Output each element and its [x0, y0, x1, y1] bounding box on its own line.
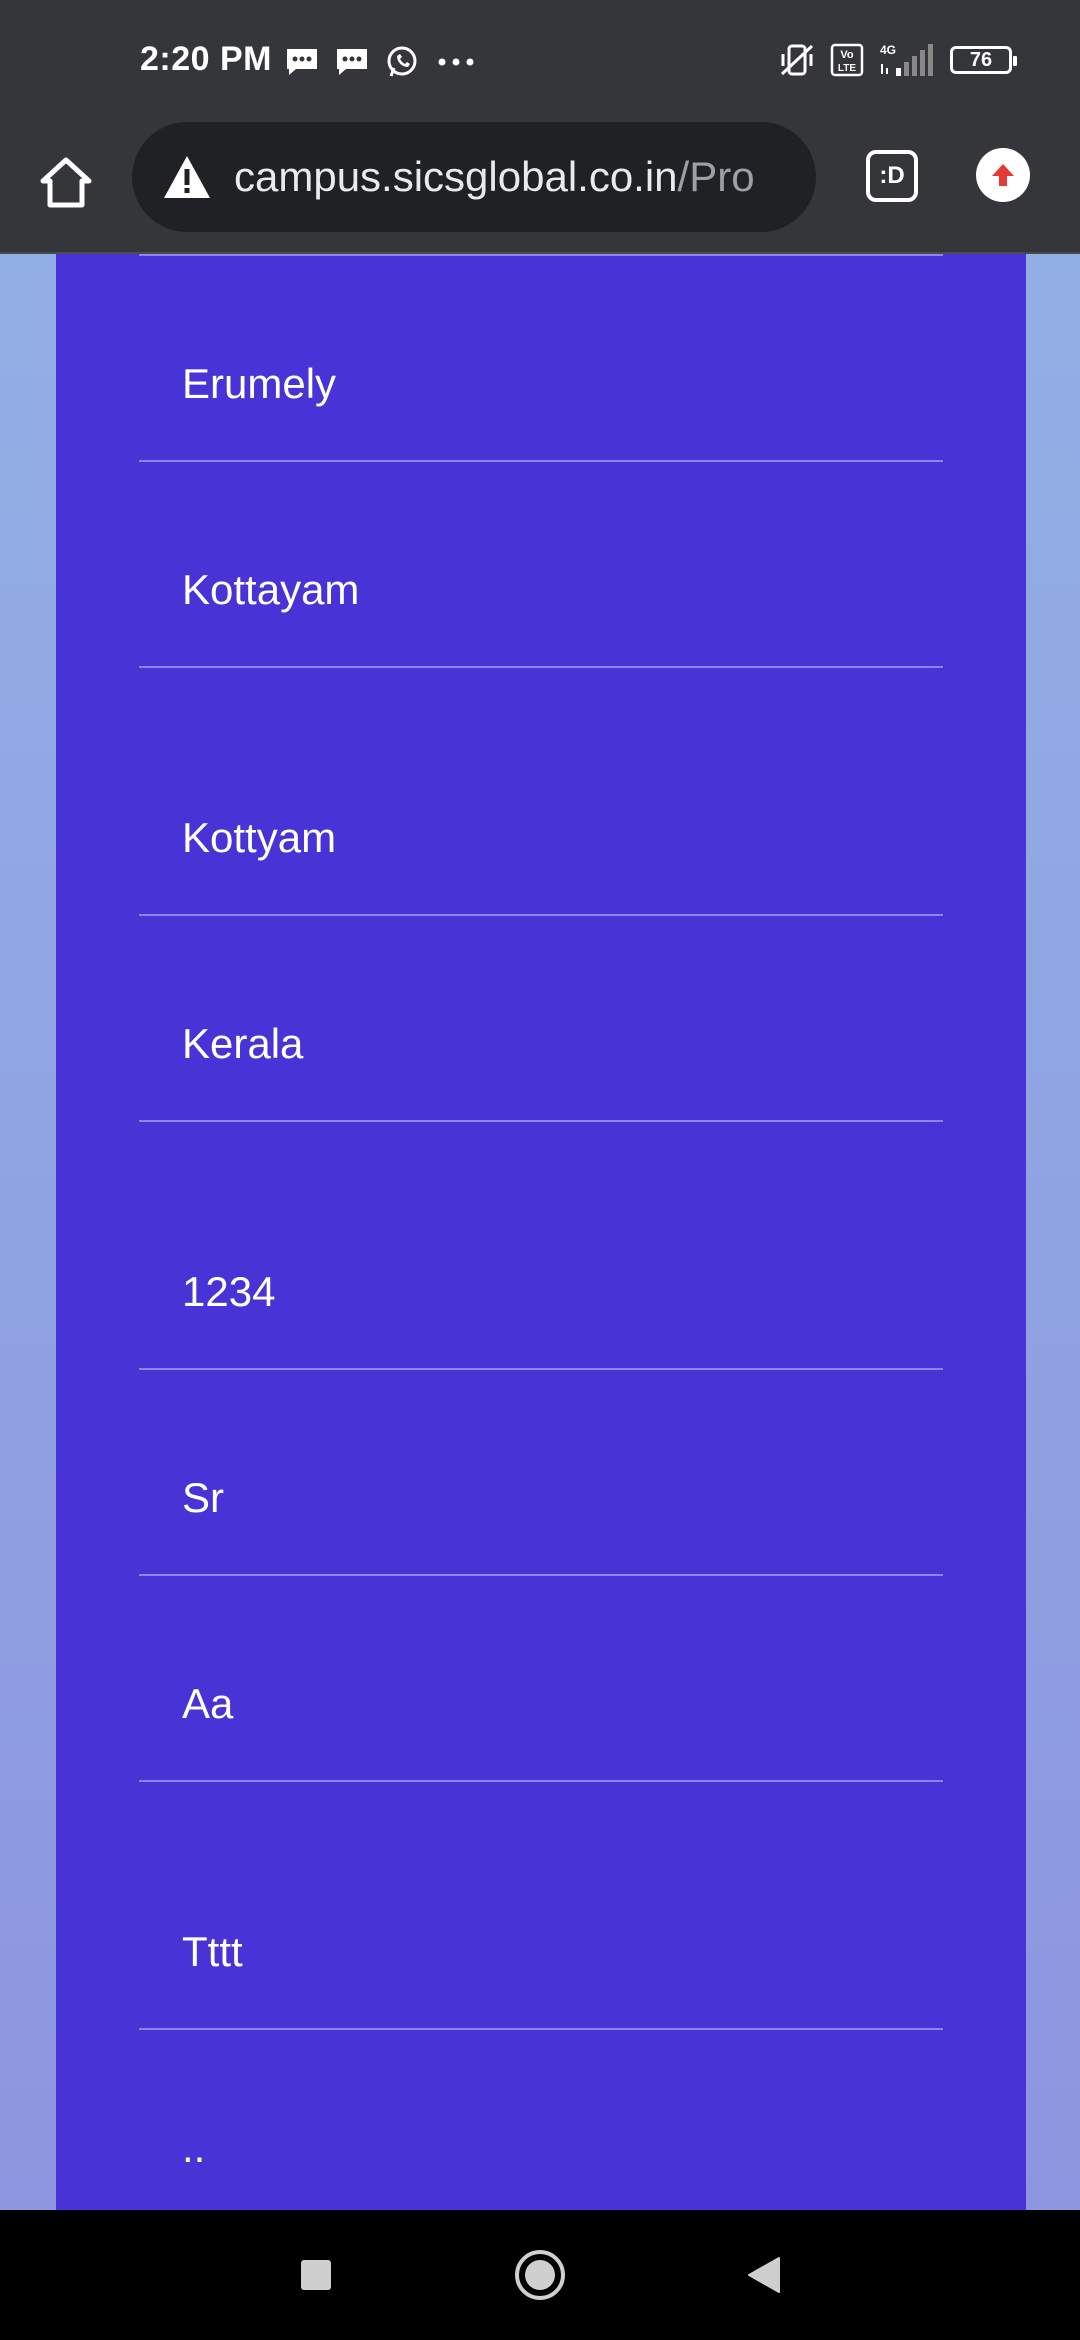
svg-text:4G: 4G	[880, 43, 896, 57]
tab-switcher-button[interactable]: :D	[866, 150, 918, 202]
text-field-7[interactable]: Aa	[139, 1576, 943, 1782]
url-host: campus.sicsglobal.co.in	[234, 153, 678, 200]
battery-icon: 76	[950, 46, 1017, 74]
address-field-1[interactable]: Erumely	[139, 256, 943, 462]
field-value: Aa	[182, 1680, 234, 1727]
text-field-6[interactable]: Sr	[139, 1370, 943, 1576]
status-bar: 2:20 PM Vo LTE 4G 76	[0, 0, 1080, 122]
battery-level: 76	[969, 48, 993, 71]
back-button[interactable]	[734, 2210, 794, 2340]
pincode-field[interactable]: 1234	[139, 1122, 943, 1370]
system-icons: Vo LTE 4G 76	[778, 42, 1017, 78]
status-time: 2:20 PM	[140, 40, 272, 78]
notification-icons	[284, 44, 478, 80]
field-value: Erumely	[182, 360, 337, 407]
system-nav-bar	[0, 2210, 1080, 2340]
tab-switcher-label: :D	[879, 162, 905, 189]
field-value: Kottayam	[182, 566, 360, 613]
update-arrow-icon	[992, 164, 1014, 186]
field-value: Tttt	[182, 1928, 243, 1975]
svg-text:LTE: LTE	[838, 63, 856, 74]
text-field-9[interactable]: ..	[139, 2030, 943, 2236]
address-bar[interactable]: campus.sicsglobal.co.in/Pro	[132, 122, 816, 232]
signal-4g-icon: 4G	[880, 43, 933, 76]
home-button[interactable]	[30, 146, 102, 218]
update-button[interactable]	[976, 148, 1030, 202]
square-icon	[301, 2260, 331, 2290]
svg-text:Vo: Vo	[840, 49, 854, 61]
message-icon	[337, 49, 367, 75]
state-field[interactable]: Kerala	[139, 916, 943, 1122]
text-field-8[interactable]: Tttt	[139, 1782, 943, 2030]
more-dots-icon	[438, 58, 474, 66]
district-field[interactable]: Kottyam	[139, 668, 943, 916]
whatsapp-icon	[387, 46, 417, 77]
field-value: Kottyam	[182, 814, 337, 861]
vibrate-off-icon	[780, 44, 814, 76]
volte-icon: Vo LTE	[830, 43, 864, 77]
form-card: Erumely Kottayam Kottyam Kerala 1234 Sr …	[56, 254, 1026, 2210]
field-value: Sr	[182, 1474, 224, 1521]
browser-toolbar: campus.sicsglobal.co.in/Pro :D	[0, 122, 1080, 254]
address-field-2[interactable]: Kottayam	[139, 462, 943, 668]
field-value: ..	[182, 2124, 206, 2171]
home-nav-button[interactable]	[510, 2210, 570, 2340]
back-triangle-icon	[748, 2257, 780, 2293]
url-path: /Pro	[677, 153, 755, 200]
field-value: 1234	[182, 1268, 276, 1315]
field-value: Kerala	[182, 1020, 304, 1067]
recents-button[interactable]	[286, 2210, 346, 2340]
message-icon	[287, 49, 317, 75]
home-icon	[40, 157, 92, 208]
circle-icon	[515, 2250, 565, 2300]
warning-icon	[164, 156, 210, 198]
